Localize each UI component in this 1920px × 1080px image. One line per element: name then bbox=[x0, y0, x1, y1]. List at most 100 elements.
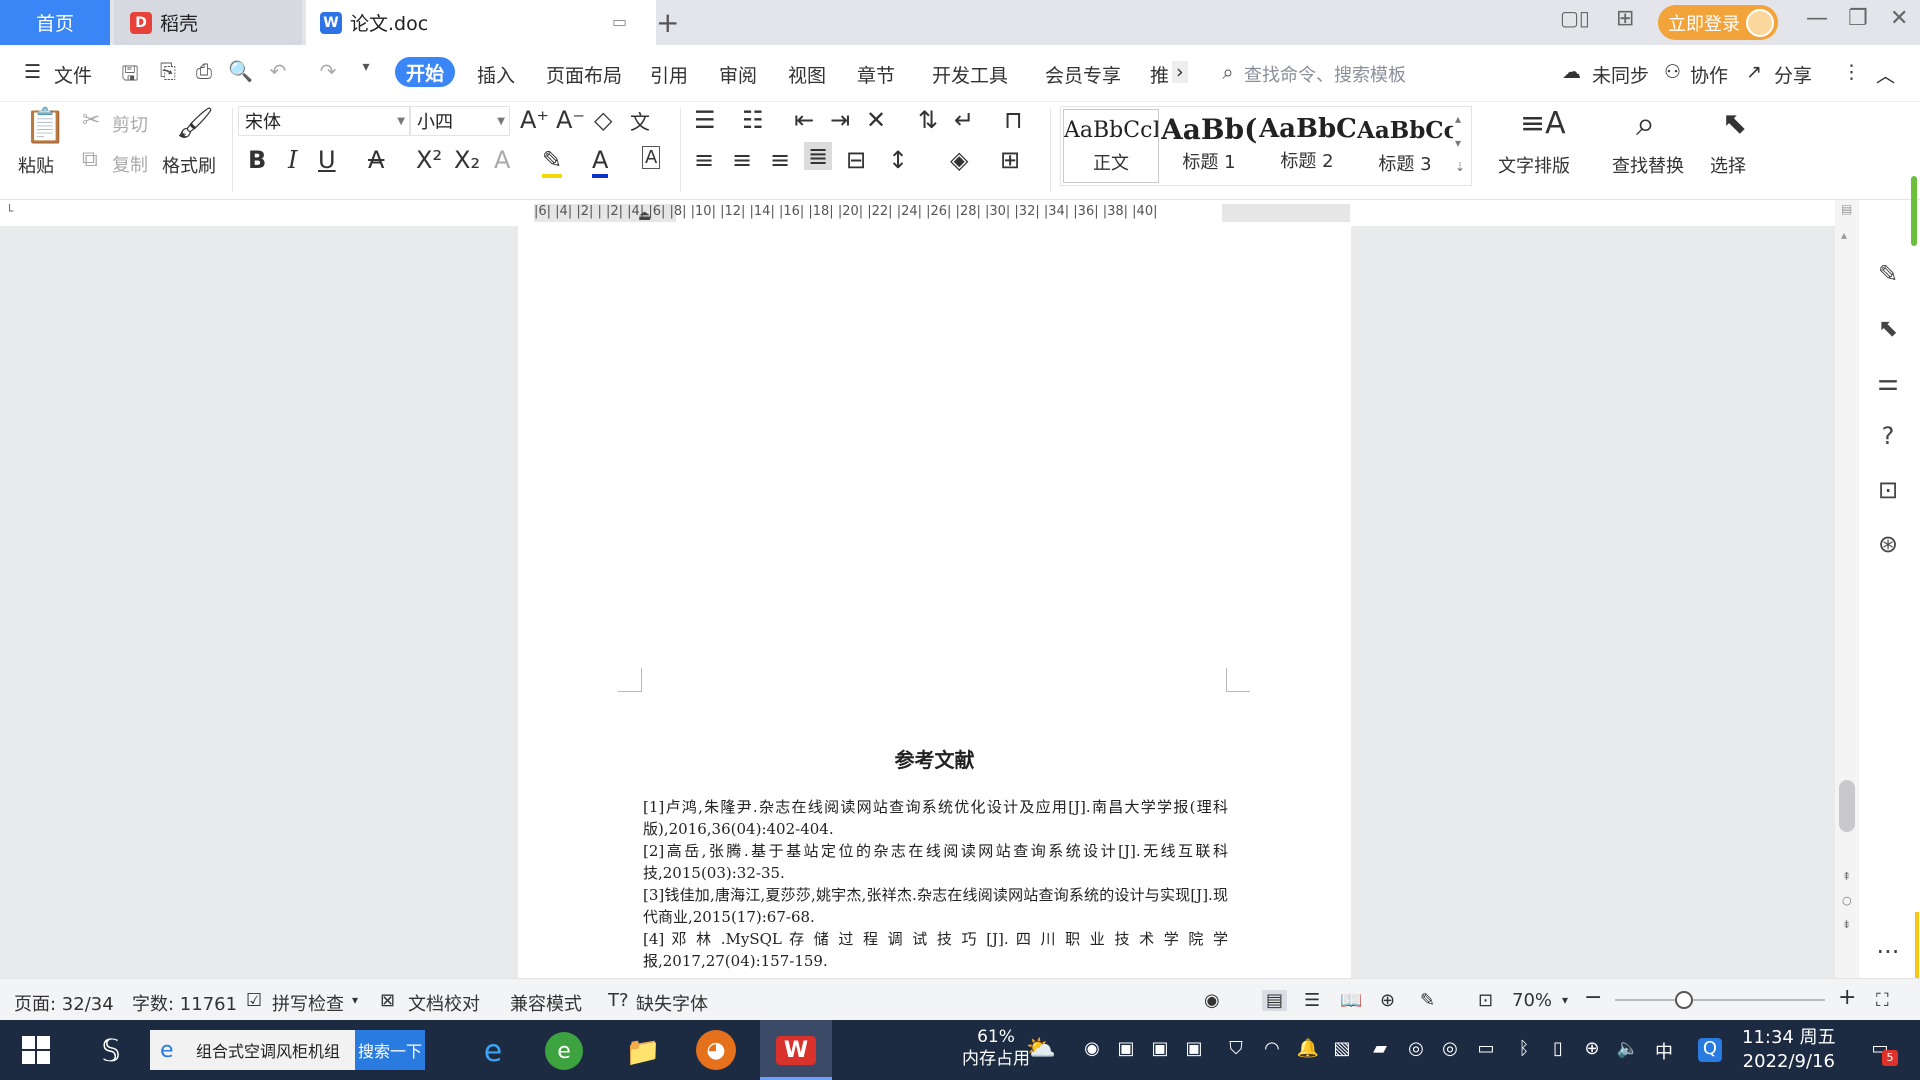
qq-icon[interactable]: ◎ bbox=[1438, 1038, 1462, 1062]
page-indicator[interactable]: 页面: 32/34 bbox=[14, 990, 114, 1016]
system-clock[interactable]: 11:34 周五 2022/9/16 bbox=[1742, 1026, 1836, 1074]
internet-explorer-icon[interactable]: e bbox=[470, 1028, 516, 1074]
minimize-icon[interactable]: — bbox=[1806, 6, 1828, 31]
fit-page-icon[interactable]: ⊡ bbox=[1478, 990, 1493, 1011]
usb-icon[interactable]: ▯ bbox=[1546, 1038, 1570, 1062]
char-border-icon[interactable]: A bbox=[642, 146, 661, 169]
decrease-indent-icon[interactable]: ⇤ bbox=[794, 106, 814, 134]
paste-icon[interactable]: 📋 bbox=[24, 106, 66, 146]
tray-app-icon[interactable]: ▣ bbox=[1114, 1038, 1138, 1062]
qq-icon[interactable]: ◎ bbox=[1404, 1038, 1428, 1062]
apps-grid-icon[interactable]: ⊞ bbox=[1616, 6, 1634, 31]
app-mask-icon[interactable]: ◕ bbox=[696, 1030, 736, 1070]
paste-button[interactable]: 粘贴 bbox=[18, 152, 54, 178]
volume-icon[interactable]: 🔈 bbox=[1616, 1038, 1640, 1062]
zoom-slider[interactable] bbox=[1615, 999, 1825, 1001]
close-icon[interactable]: ✕ bbox=[1890, 6, 1908, 31]
prev-page-icon[interactable]: ⇞ bbox=[1842, 870, 1851, 883]
windows-start-icon[interactable] bbox=[22, 1036, 50, 1064]
browser-green-icon[interactable]: e bbox=[545, 1032, 583, 1070]
borders-icon[interactable]: ⊞ bbox=[1000, 146, 1020, 174]
image-tool-icon[interactable]: ⊡ bbox=[1873, 476, 1903, 506]
wps-taskbar-icon[interactable]: W bbox=[760, 1020, 832, 1080]
taskbar-search-text[interactable]: 组合式空调风柜机组 bbox=[196, 1038, 340, 1062]
style-heading-1[interactable]: AaBb( 标题 1 bbox=[1161, 109, 1257, 183]
print-icon[interactable]: ⎙ bbox=[192, 59, 216, 83]
more-options-icon[interactable]: ⋮ bbox=[1842, 61, 1861, 83]
superscript-icon[interactable]: X² bbox=[416, 146, 442, 174]
print-preview-icon[interactable]: 🔍 bbox=[228, 59, 253, 83]
font-color-icon[interactable]: A bbox=[592, 146, 609, 178]
tray-app-icon[interactable]: ▣ bbox=[1182, 1038, 1206, 1062]
new-tab-icon[interactable]: + bbox=[656, 6, 679, 39]
cut-button[interactable]: 剪切 bbox=[112, 111, 148, 137]
shield-icon[interactable]: ⛉ bbox=[1224, 1038, 1248, 1062]
bluetooth-icon[interactable]: ᛒ bbox=[1512, 1038, 1536, 1062]
phonetic-guide-icon[interactable]: 文 bbox=[630, 106, 650, 135]
write-mode-icon[interactable]: ✎ bbox=[1420, 990, 1435, 1011]
text-layout-button[interactable]: 文字排版 bbox=[1498, 152, 1570, 178]
indent-marker-icon[interactable]: ⏏ bbox=[638, 208, 651, 224]
redo-icon[interactable]: ↷ bbox=[316, 59, 340, 83]
hamburger-icon[interactable]: ☰ bbox=[24, 61, 41, 83]
next-page-icon[interactable]: ⇟ bbox=[1842, 918, 1851, 931]
spell-check-button[interactable]: 拼写检查 bbox=[272, 990, 344, 1016]
tray-app-icon[interactable]: ◉ bbox=[1080, 1038, 1104, 1062]
adjust-sliders-icon[interactable]: ⚌ bbox=[1873, 368, 1903, 398]
outline-view-icon[interactable]: ☰ bbox=[1304, 990, 1320, 1011]
align-center-icon[interactable]: ≡ bbox=[732, 146, 752, 174]
monitor-icon[interactable]: ▭ bbox=[612, 12, 627, 31]
proofread-button[interactable]: 文档校对 bbox=[408, 990, 480, 1016]
help-icon[interactable]: ? bbox=[1873, 422, 1903, 452]
zoom-slider-handle[interactable] bbox=[1675, 991, 1693, 1009]
share-button[interactable]: 分享 bbox=[1774, 61, 1812, 88]
document-page[interactable]: 参考文献 [1]卢鸿,朱隆尹.杂志在线阅读网站查询系统优化设计及应用[J].南昌… bbox=[518, 598, 1351, 978]
tab-stops-icon[interactable]: ⊓ bbox=[1004, 106, 1023, 134]
bell-icon[interactable]: 🔔 bbox=[1296, 1038, 1320, 1062]
line-spacing-icon[interactable]: ↕ bbox=[888, 146, 908, 174]
tab-home[interactable]: 首页 bbox=[0, 0, 110, 45]
shading-icon[interactable]: ◈ bbox=[950, 146, 968, 174]
chevron-down-icon[interactable]: ▾ bbox=[1562, 993, 1568, 1007]
underline-icon[interactable]: U bbox=[318, 146, 336, 174]
tray-app-icon[interactable]: ⊕ bbox=[1580, 1038, 1604, 1062]
reading-view-icon[interactable]: 📖 bbox=[1340, 990, 1362, 1011]
backup-icon[interactable]: ⊛ bbox=[1873, 530, 1903, 560]
app-swirl-icon[interactable]: 𝕊 bbox=[88, 1028, 134, 1074]
select-button[interactable]: 选择 bbox=[1710, 152, 1746, 178]
grow-font-icon[interactable]: A⁺ bbox=[520, 106, 549, 134]
chevron-down-icon[interactable]: ▾ bbox=[352, 993, 358, 1007]
export-pdf-icon[interactable]: ⎘ bbox=[156, 59, 180, 83]
copy-button[interactable]: 复制 bbox=[112, 151, 148, 177]
wifi-icon[interactable]: ◠ bbox=[1260, 1038, 1284, 1062]
tab-view[interactable]: 视图 bbox=[788, 61, 826, 88]
align-left-icon[interactable]: ≡ bbox=[694, 146, 714, 174]
tray-app-icon[interactable]: ▧ bbox=[1330, 1038, 1354, 1062]
tab-insert[interactable]: 插入 bbox=[477, 61, 515, 88]
web-view-icon[interactable]: ⊕ bbox=[1380, 990, 1395, 1011]
fullscreen-icon[interactable]: ⛶ bbox=[1876, 990, 1889, 1011]
ime-indicator[interactable]: 中 bbox=[1652, 1038, 1676, 1063]
login-button[interactable]: 立即登录 bbox=[1658, 5, 1778, 40]
tab-page-layout[interactable]: 页面布局 bbox=[546, 61, 622, 88]
horizontal-ruler[interactable]: └ |6| |4| |2| | |2| |4| |6| |8| |10| |12… bbox=[0, 200, 1835, 226]
sync-status[interactable]: 未同步 bbox=[1592, 61, 1649, 88]
eye-protection-icon[interactable]: ◉ bbox=[1204, 990, 1220, 1011]
find-replace-button[interactable]: 查找替换 bbox=[1612, 152, 1684, 178]
search-app-icon[interactable]: Q bbox=[1698, 1038, 1722, 1062]
undo-icon[interactable]: ↶ bbox=[266, 59, 290, 83]
chevron-down-icon[interactable]: ▾ bbox=[354, 59, 378, 83]
zoom-level[interactable]: 70% bbox=[1512, 990, 1552, 1011]
tab-document[interactable]: W 论文.doc ▭ bbox=[306, 0, 656, 45]
cursor-icon[interactable]: ⬉ bbox=[1873, 314, 1903, 344]
weather-cloud-icon[interactable]: ⛅ bbox=[1026, 1034, 1056, 1062]
layout-toggle-icon[interactable]: ▢▯ bbox=[1560, 6, 1590, 30]
styles-scroll-icon[interactable]: ▴ ▾ ⇣ bbox=[1455, 107, 1465, 179]
style-normal[interactable]: AaBbCcI 正文 bbox=[1063, 109, 1159, 183]
collapse-ribbon-icon[interactable]: ︿ bbox=[1876, 61, 1895, 88]
tray-app-icon[interactable]: ▣ bbox=[1148, 1038, 1172, 1062]
tab-recommend[interactable]: 推 bbox=[1150, 61, 1169, 88]
tab-member[interactable]: 会员专享 bbox=[1045, 61, 1121, 88]
tab-start[interactable]: 开始 bbox=[395, 57, 455, 87]
style-heading-2[interactable]: AaBbC 标题 2 bbox=[1259, 109, 1355, 183]
